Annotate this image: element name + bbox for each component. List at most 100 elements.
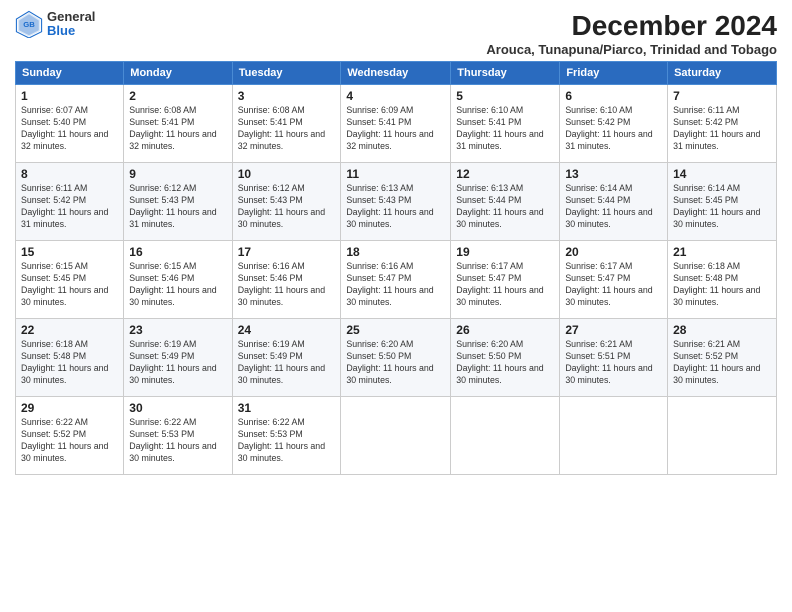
calendar-cell: 22 Sunrise: 6:18 AM Sunset: 5:48 PM Dayl… — [16, 319, 124, 397]
logo-icon: GB — [15, 10, 43, 38]
calendar-cell — [341, 397, 451, 475]
day-info: Sunrise: 6:15 AM Sunset: 5:45 PM Dayligh… — [21, 261, 118, 309]
col-header-wednesday: Wednesday — [341, 62, 451, 85]
day-number: 9 — [129, 167, 226, 181]
calendar-cell: 31 Sunrise: 6:22 AM Sunset: 5:53 PM Dayl… — [232, 397, 341, 475]
calendar-cell: 24 Sunrise: 6:19 AM Sunset: 5:49 PM Dayl… — [232, 319, 341, 397]
day-info: Sunrise: 6:11 AM Sunset: 5:42 PM Dayligh… — [673, 105, 771, 153]
day-number: 12 — [456, 167, 554, 181]
day-info: Sunrise: 6:18 AM Sunset: 5:48 PM Dayligh… — [673, 261, 771, 309]
calendar-cell: 21 Sunrise: 6:18 AM Sunset: 5:48 PM Dayl… — [668, 241, 777, 319]
day-info: Sunrise: 6:10 AM Sunset: 5:41 PM Dayligh… — [456, 105, 554, 153]
calendar-cell: 26 Sunrise: 6:20 AM Sunset: 5:50 PM Dayl… — [451, 319, 560, 397]
day-info: Sunrise: 6:19 AM Sunset: 5:49 PM Dayligh… — [238, 339, 336, 387]
page: GB General Blue December 2024 Arouca, Tu… — [0, 0, 792, 612]
calendar-cell: 28 Sunrise: 6:21 AM Sunset: 5:52 PM Dayl… — [668, 319, 777, 397]
calendar-cell: 14 Sunrise: 6:14 AM Sunset: 5:45 PM Dayl… — [668, 163, 777, 241]
calendar-cell — [668, 397, 777, 475]
calendar-week-5: 29 Sunrise: 6:22 AM Sunset: 5:52 PM Dayl… — [16, 397, 777, 475]
day-info: Sunrise: 6:16 AM Sunset: 5:46 PM Dayligh… — [238, 261, 336, 309]
calendar-week-4: 22 Sunrise: 6:18 AM Sunset: 5:48 PM Dayl… — [16, 319, 777, 397]
calendar-cell: 11 Sunrise: 6:13 AM Sunset: 5:43 PM Dayl… — [341, 163, 451, 241]
day-number: 21 — [673, 245, 771, 259]
day-number: 15 — [21, 245, 118, 259]
calendar-cell: 16 Sunrise: 6:15 AM Sunset: 5:46 PM Dayl… — [124, 241, 232, 319]
day-number: 16 — [129, 245, 226, 259]
logo-text: General Blue — [47, 10, 95, 39]
day-info: Sunrise: 6:10 AM Sunset: 5:42 PM Dayligh… — [565, 105, 662, 153]
day-number: 2 — [129, 89, 226, 103]
day-info: Sunrise: 6:12 AM Sunset: 5:43 PM Dayligh… — [238, 183, 336, 231]
svg-text:GB: GB — [23, 20, 35, 29]
day-info: Sunrise: 6:08 AM Sunset: 5:41 PM Dayligh… — [238, 105, 336, 153]
day-number: 11 — [346, 167, 445, 181]
calendar-cell: 6 Sunrise: 6:10 AM Sunset: 5:42 PM Dayli… — [560, 85, 668, 163]
day-info: Sunrise: 6:12 AM Sunset: 5:43 PM Dayligh… — [129, 183, 226, 231]
day-number: 14 — [673, 167, 771, 181]
calendar-cell: 10 Sunrise: 6:12 AM Sunset: 5:43 PM Dayl… — [232, 163, 341, 241]
calendar-cell — [560, 397, 668, 475]
calendar-cell: 17 Sunrise: 6:16 AM Sunset: 5:46 PM Dayl… — [232, 241, 341, 319]
day-number: 23 — [129, 323, 226, 337]
day-number: 13 — [565, 167, 662, 181]
day-info: Sunrise: 6:13 AM Sunset: 5:44 PM Dayligh… — [456, 183, 554, 231]
day-info: Sunrise: 6:15 AM Sunset: 5:46 PM Dayligh… — [129, 261, 226, 309]
day-info: Sunrise: 6:22 AM Sunset: 5:52 PM Dayligh… — [21, 417, 118, 465]
calendar-cell: 29 Sunrise: 6:22 AM Sunset: 5:52 PM Dayl… — [16, 397, 124, 475]
day-number: 26 — [456, 323, 554, 337]
logo-general: General — [47, 10, 95, 24]
day-info: Sunrise: 6:09 AM Sunset: 5:41 PM Dayligh… — [346, 105, 445, 153]
calendar-cell: 12 Sunrise: 6:13 AM Sunset: 5:44 PM Dayl… — [451, 163, 560, 241]
day-number: 17 — [238, 245, 336, 259]
col-header-monday: Monday — [124, 62, 232, 85]
day-number: 5 — [456, 89, 554, 103]
day-number: 27 — [565, 323, 662, 337]
day-number: 24 — [238, 323, 336, 337]
calendar-cell: 13 Sunrise: 6:14 AM Sunset: 5:44 PM Dayl… — [560, 163, 668, 241]
day-info: Sunrise: 6:07 AM Sunset: 5:40 PM Dayligh… — [21, 105, 118, 153]
day-number: 20 — [565, 245, 662, 259]
calendar-cell: 18 Sunrise: 6:16 AM Sunset: 5:47 PM Dayl… — [341, 241, 451, 319]
day-info: Sunrise: 6:16 AM Sunset: 5:47 PM Dayligh… — [346, 261, 445, 309]
day-number: 31 — [238, 401, 336, 415]
calendar-cell: 27 Sunrise: 6:21 AM Sunset: 5:51 PM Dayl… — [560, 319, 668, 397]
calendar-cell: 7 Sunrise: 6:11 AM Sunset: 5:42 PM Dayli… — [668, 85, 777, 163]
calendar-cell: 23 Sunrise: 6:19 AM Sunset: 5:49 PM Dayl… — [124, 319, 232, 397]
day-info: Sunrise: 6:19 AM Sunset: 5:49 PM Dayligh… — [129, 339, 226, 387]
col-header-tuesday: Tuesday — [232, 62, 341, 85]
calendar-week-2: 8 Sunrise: 6:11 AM Sunset: 5:42 PM Dayli… — [16, 163, 777, 241]
calendar-table: SundayMondayTuesdayWednesdayThursdayFrid… — [15, 61, 777, 475]
day-number: 18 — [346, 245, 445, 259]
day-number: 28 — [673, 323, 771, 337]
calendar-cell — [451, 397, 560, 475]
calendar-cell: 25 Sunrise: 6:20 AM Sunset: 5:50 PM Dayl… — [341, 319, 451, 397]
col-header-saturday: Saturday — [668, 62, 777, 85]
subtitle: Arouca, Tunapuna/Piarco, Trinidad and To… — [486, 42, 777, 57]
col-header-thursday: Thursday — [451, 62, 560, 85]
calendar-cell: 3 Sunrise: 6:08 AM Sunset: 5:41 PM Dayli… — [232, 85, 341, 163]
calendar-week-1: 1 Sunrise: 6:07 AM Sunset: 5:40 PM Dayli… — [16, 85, 777, 163]
day-info: Sunrise: 6:20 AM Sunset: 5:50 PM Dayligh… — [456, 339, 554, 387]
day-info: Sunrise: 6:21 AM Sunset: 5:51 PM Dayligh… — [565, 339, 662, 387]
day-number: 7 — [673, 89, 771, 103]
day-info: Sunrise: 6:17 AM Sunset: 5:47 PM Dayligh… — [456, 261, 554, 309]
calendar-cell: 2 Sunrise: 6:08 AM Sunset: 5:41 PM Dayli… — [124, 85, 232, 163]
logo-blue: Blue — [47, 24, 95, 38]
col-header-friday: Friday — [560, 62, 668, 85]
day-info: Sunrise: 6:22 AM Sunset: 5:53 PM Dayligh… — [129, 417, 226, 465]
day-info: Sunrise: 6:11 AM Sunset: 5:42 PM Dayligh… — [21, 183, 118, 231]
calendar-cell: 4 Sunrise: 6:09 AM Sunset: 5:41 PM Dayli… — [341, 85, 451, 163]
day-number: 30 — [129, 401, 226, 415]
calendar-cell: 30 Sunrise: 6:22 AM Sunset: 5:53 PM Dayl… — [124, 397, 232, 475]
day-number: 1 — [21, 89, 118, 103]
day-info: Sunrise: 6:14 AM Sunset: 5:44 PM Dayligh… — [565, 183, 662, 231]
day-info: Sunrise: 6:08 AM Sunset: 5:41 PM Dayligh… — [129, 105, 226, 153]
col-header-sunday: Sunday — [16, 62, 124, 85]
day-number: 10 — [238, 167, 336, 181]
day-info: Sunrise: 6:13 AM Sunset: 5:43 PM Dayligh… — [346, 183, 445, 231]
header: GB General Blue December 2024 Arouca, Tu… — [15, 10, 777, 57]
day-info: Sunrise: 6:14 AM Sunset: 5:45 PM Dayligh… — [673, 183, 771, 231]
day-number: 6 — [565, 89, 662, 103]
day-info: Sunrise: 6:17 AM Sunset: 5:47 PM Dayligh… — [565, 261, 662, 309]
calendar-cell: 15 Sunrise: 6:15 AM Sunset: 5:45 PM Dayl… — [16, 241, 124, 319]
